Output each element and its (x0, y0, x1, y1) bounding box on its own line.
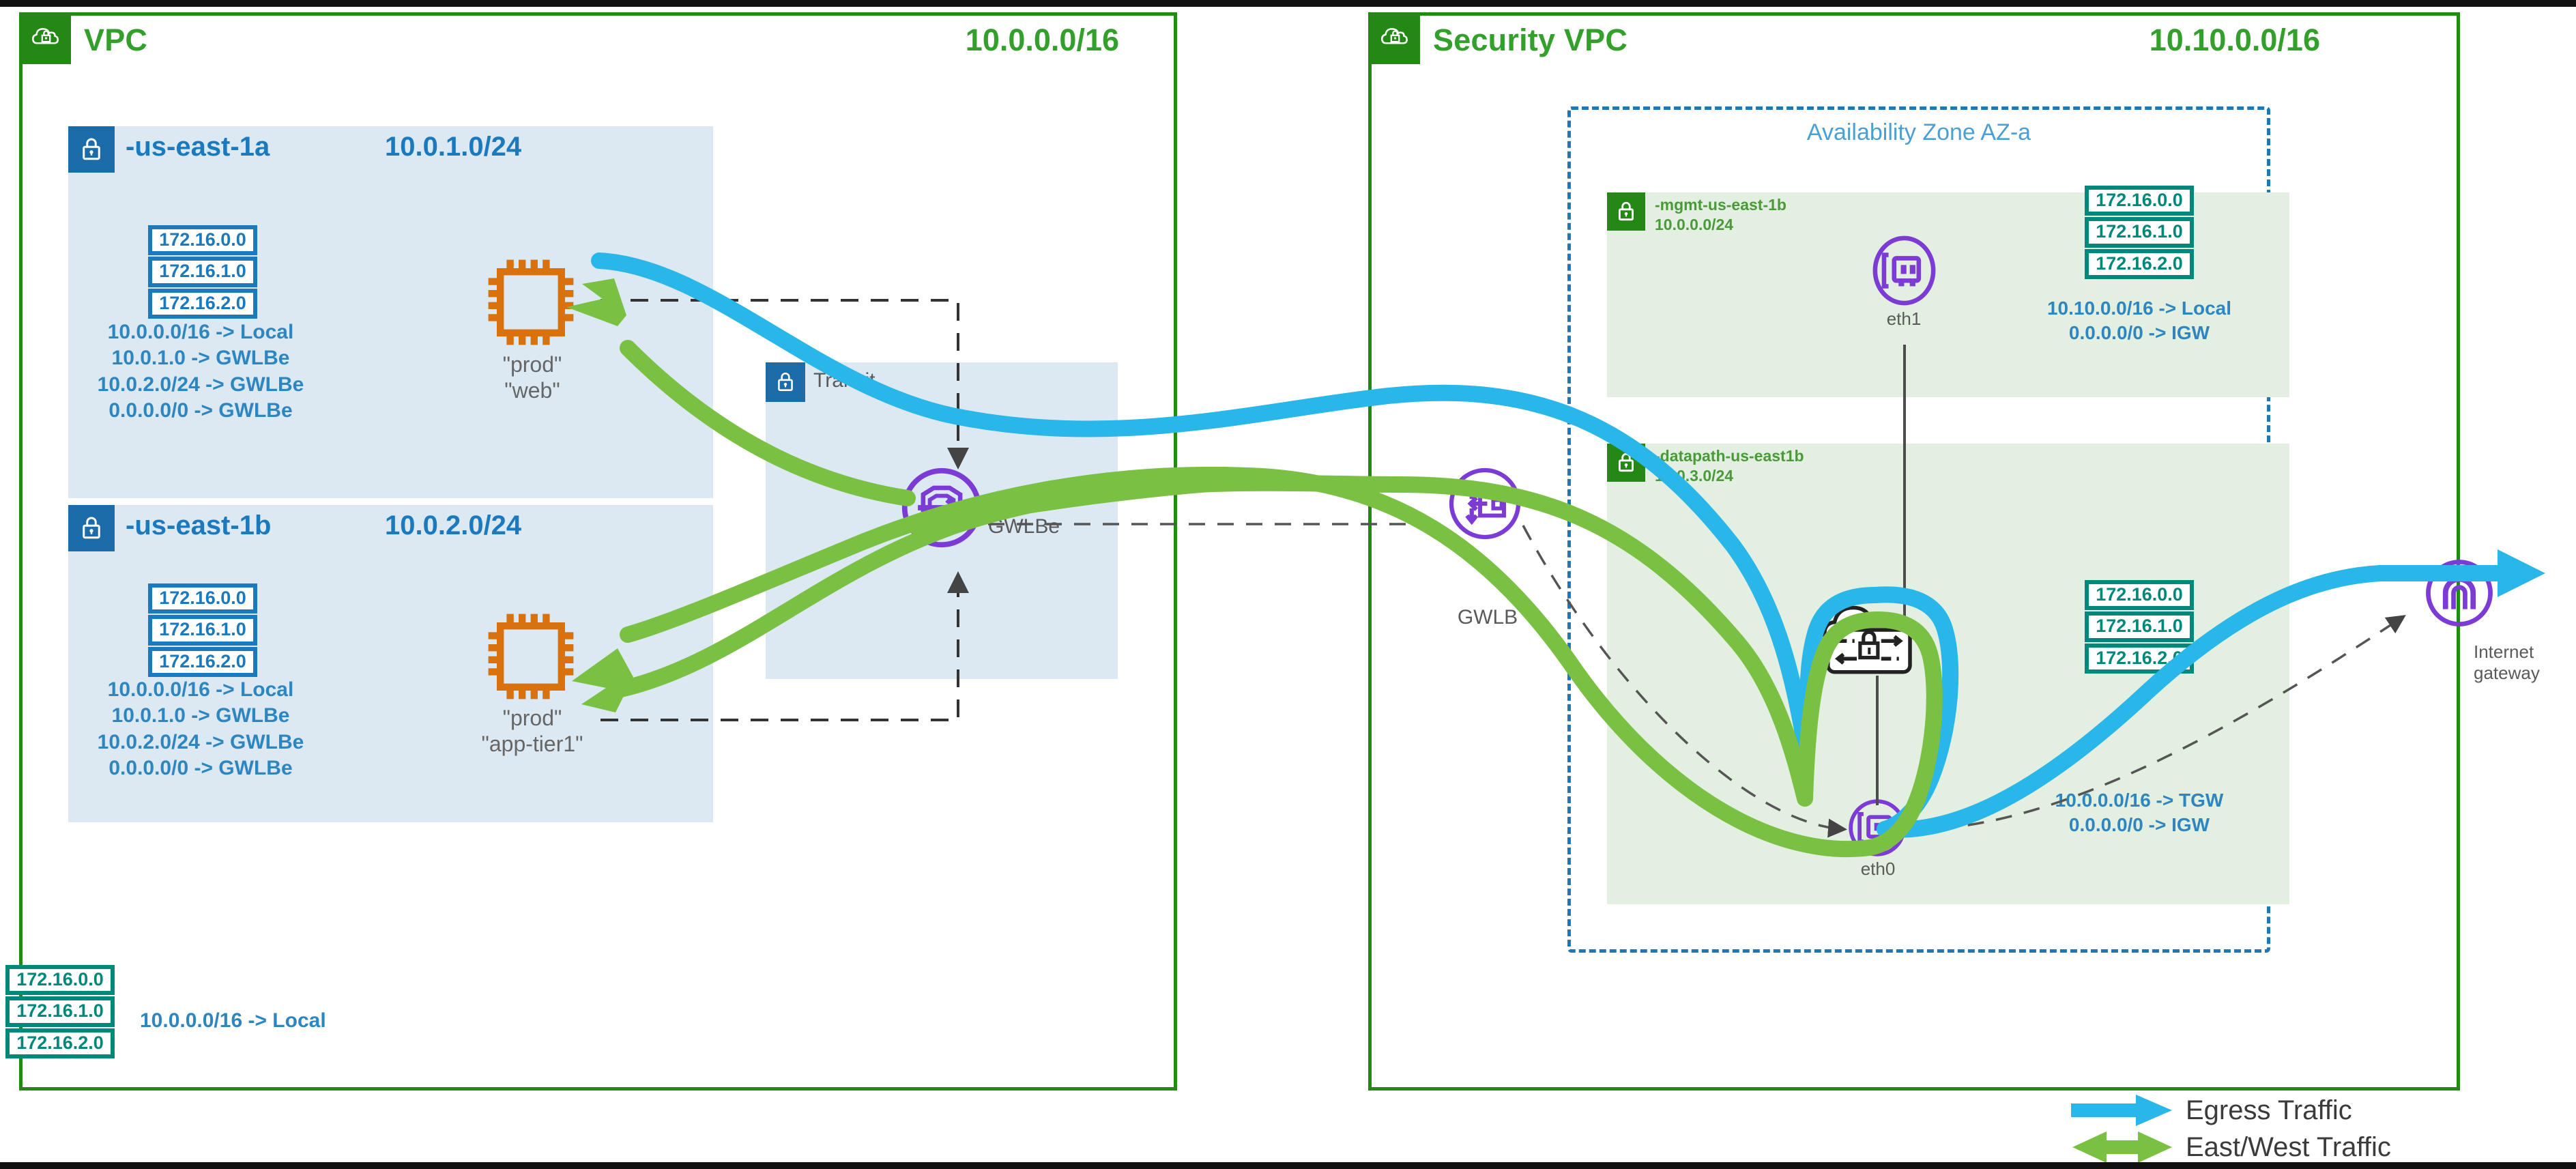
subnet-mgmt-title: -mgmt-us-east-1b 10.0.0.0/24 (1655, 195, 1786, 235)
gwlb-endpoint-icon[interactable] (899, 465, 984, 553)
legend-label-eastwest: East/West Traffic (2186, 1131, 2391, 1162)
subnet-cidr: 10.0.0.0/24 (1655, 215, 1734, 233)
legend-item-egress: Egress Traffic (2071, 1092, 2391, 1129)
route-chip: 172.16.1.0 (148, 257, 257, 287)
gwlbe-label: GWLBe (988, 515, 1060, 538)
gwlb-label: GWLB (1457, 606, 1518, 629)
vpc-route-list: 10.0.0.0/16 -> Local (140, 1008, 326, 1034)
network-interface-icon[interactable] (1846, 796, 1909, 863)
vpc-route-table-chips: 172.16.0.0 172.16.1.0 172.16.2.0 (5, 965, 115, 1060)
eni-label-eth1: eth1 (1886, 308, 1922, 329)
igw-label-line2: gateway (2474, 663, 2540, 683)
legend-label-egress: Egress Traffic (2186, 1095, 2352, 1125)
route-entry: 10.0.0.0/16 -> Local (107, 321, 294, 343)
private-subnet-lock-icon (68, 126, 115, 173)
vpc-cloud-lock-icon (1370, 14, 1420, 64)
security-vpc-cidr: 10.10.0.0/16 (2149, 23, 2320, 57)
route-chip: 172.16.2.0 (2085, 248, 2194, 280)
private-subnet-lock-icon (1607, 192, 1645, 231)
route-chip: 172.16.2.0 (2085, 643, 2194, 674)
route-entry: 10.0.0.0/16 -> Local (140, 1009, 326, 1032)
route-table-chips-1a: 172.16.0.0 172.16.1.0 172.16.2.0 (148, 225, 257, 320)
subnet-us-east-1b[interactable]: -us-east-1b 10.0.2.0/24 172.16.0.0 172.1… (68, 505, 713, 822)
subnet-mgmt-us-east-1b[interactable]: -mgmt-us-east-1b 10.0.0.0/24 eth1 172.16… (1607, 186, 2289, 397)
subnet-us-east-1a[interactable]: -us-east-1a 10.0.1.0/24 172.16.0.0 172.1… (68, 126, 713, 498)
subnet-datapath-us-east1b[interactable]: -datapath-us-east1b 10.0.3.0/24 172.16.0… (1607, 444, 2289, 904)
route-entry: 0.0.0.0/0 -> GWLBe (108, 757, 293, 780)
route-chip: 172.16.0.0 (5, 965, 115, 996)
route-chip: 172.16.1.0 (2085, 611, 2194, 642)
subnet-name: -mgmt-us-east-1b (1655, 196, 1786, 214)
eni-label-eth0: eth0 (1860, 858, 1896, 879)
ec2-instance-label-web: "prod" "web" (464, 351, 600, 404)
ec2-instance-icon[interactable] (476, 248, 585, 360)
subnet-datapath-title: -datapath-us-east1b 10.0.3.0/24 (1655, 446, 1804, 486)
route-entry: 10.0.0.0/16 -> Local (107, 678, 294, 701)
availability-zone-label: Availability Zone AZ-a (1806, 119, 2031, 145)
route-entry: 0.0.0.0/0 -> IGW (2068, 321, 2210, 343)
route-table-chips-mgmt: 172.16.0.0 172.16.1.0 172.16.2.0 (2085, 186, 2194, 280)
igw-label-line1: Internet (2474, 641, 2534, 662)
route-chip: 172.16.2.0 (5, 1028, 115, 1059)
instance-name-line1: "prod" (502, 352, 562, 377)
private-subnet-lock-icon (766, 362, 805, 402)
route-entry: 10.10.0.0/16 -> Local (2046, 298, 2232, 319)
network-interface-icon[interactable] (1868, 235, 1940, 310)
private-subnet-lock-icon (68, 505, 115, 551)
left-vpc-title: VPC (84, 23, 148, 57)
route-entry: 0.0.0.0/0 -> IGW (2068, 813, 2210, 835)
instance-name-line2: "web" (504, 378, 560, 403)
route-chip: 172.16.0.0 (2085, 580, 2194, 611)
subnet-us-east-1b-cidr: 10.0.2.0/24 (385, 510, 522, 540)
internet-gateway-icon[interactable] (2422, 556, 2496, 633)
route-entry: 10.0.2.0/24 -> GWLBe (97, 730, 304, 753)
route-entry: 10.0.1.0 -> GWLBe (111, 347, 290, 370)
right-arrow-icon (2071, 1095, 2172, 1126)
instance-name-line2: "app-tier1" (481, 732, 583, 757)
route-list-1a: 10.0.0.0/16 -> Local 10.0.1.0 -> GWLBe 1… (57, 319, 344, 424)
route-chip: 172.16.1.0 (148, 615, 257, 646)
private-subnet-lock-icon (1607, 444, 1645, 482)
internet-gateway-label: Internet gateway (2474, 641, 2576, 684)
route-table-chips-1b: 172.16.0.0 172.16.1.0 172.16.2.0 (148, 583, 257, 678)
route-list-datapath: 10.0.0.0/16 -> TGW 0.0.0.0/0 -> IGW (1989, 788, 2289, 837)
route-entry: 10.0.1.0 -> GWLBe (111, 704, 290, 727)
subnet-cidr: 10.0.3.0/24 (1655, 466, 1734, 485)
route-chip: 172.16.0.0 (148, 583, 257, 614)
diagram-canvas: VPC 10.0.0.0/16 -us-east-1a 10.0.1.0/24 … (0, 0, 2576, 1169)
route-entry: 10.0.0.0/16 -> TGW (2055, 790, 2224, 811)
firewall-appliance-icon[interactable] (1804, 587, 1937, 703)
legend-item-eastwest: East/West Traffic (2071, 1129, 2391, 1162)
transit-subnet-label: Transit (813, 369, 875, 392)
instance-name-line1: "prod" (502, 706, 562, 730)
route-entry: 0.0.0.0/0 -> GWLBe (108, 399, 293, 422)
double-arrow-icon (2072, 1131, 2172, 1162)
route-chip: 172.16.2.0 (148, 646, 257, 678)
legend: Egress Traffic East/West Traffic (2071, 1092, 2391, 1162)
vpc-cloud-lock-icon (20, 14, 71, 64)
route-list-1b: 10.0.0.0/16 -> Local 10.0.1.0 -> GWLBe 1… (57, 677, 344, 782)
left-vpc-cidr: 10.0.0.0/16 (965, 23, 1119, 57)
subnet-us-east-1a-cidr: 10.0.1.0/24 (385, 132, 522, 162)
route-chip: 172.16.2.0 (148, 288, 257, 319)
route-chip: 172.16.1.0 (5, 996, 115, 1027)
subnet-us-east-1b-title: -us-east-1b (126, 510, 272, 540)
route-chip: 172.16.1.0 (2085, 217, 2194, 248)
route-chip: 172.16.0.0 (2085, 186, 2194, 216)
subnet-us-east-1a-title: -us-east-1a (126, 132, 270, 162)
route-chip: 172.16.0.0 (148, 225, 257, 256)
subnet-name: -datapath-us-east1b (1655, 447, 1804, 465)
ec2-instance-icon[interactable] (476, 602, 585, 715)
ec2-instance-label-app-tier1: "prod" "app-tier1" (440, 705, 624, 757)
security-vpc-title: Security VPC (1433, 23, 1628, 57)
gateway-load-balancer-icon[interactable] (1447, 465, 1523, 545)
route-table-chips-datapath: 172.16.0.0 172.16.1.0 172.16.2.0 (2085, 580, 2194, 675)
route-entry: 10.0.2.0/24 -> GWLBe (97, 373, 304, 396)
route-list-mgmt: 10.10.0.0/16 -> Local 0.0.0.0/0 -> IGW (1989, 296, 2289, 345)
